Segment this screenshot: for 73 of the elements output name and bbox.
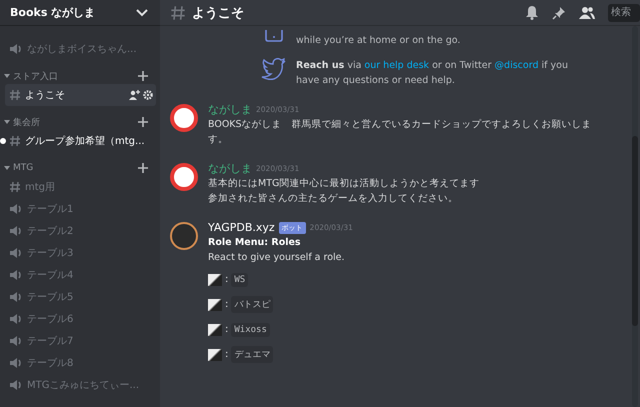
- message-text: React to give yourself a role.: [208, 251, 346, 265]
- link[interactable]: our help desk: [364, 60, 430, 71]
- emoji-icon: [208, 324, 222, 336]
- role-code: Wixoss: [231, 322, 270, 336]
- scrollbar[interactable]: [632, 26, 638, 407]
- emoji-icon: [208, 298, 222, 310]
- message-text: 参加された皆さんの主たるゲームを入力してください。: [208, 192, 459, 206]
- emoji-icon: [208, 348, 222, 360]
- add-icon[interactable]: [138, 117, 148, 127]
- channel-title: ようこそ: [192, 4, 244, 22]
- avatar[interactable]: [170, 163, 198, 191]
- author-name[interactable]: ながしま: [208, 161, 252, 176]
- channel-item[interactable]: mtg用: [0, 176, 156, 198]
- speaker-icon: [9, 335, 23, 347]
- contact-text: Reach us via our help desk or on Twitter @discord if you have any questions or need help.: [296, 59, 569, 88]
- add-icon[interactable]: [138, 163, 148, 173]
- invite-icon[interactable]: [129, 90, 140, 100]
- speaker-icon: [9, 247, 23, 259]
- channel-item[interactable]: テーブル6: [0, 308, 156, 330]
- role-code: バトスピ: [231, 296, 274, 313]
- speaker-icon: [9, 269, 23, 281]
- bird-icon: [260, 58, 288, 80]
- author-name[interactable]: YAGPDB.xyz: [208, 221, 275, 234]
- unread-dot: [0, 138, 6, 144]
- hash-icon: [9, 181, 21, 193]
- emoji-icon: [208, 274, 222, 286]
- channel-item[interactable]: テーブル3: [0, 242, 156, 264]
- separator-text: :: [225, 349, 228, 360]
- speaker-icon: [9, 291, 23, 303]
- hash-icon: [9, 135, 21, 147]
- channel-item[interactable]: グループ参加希望（mtg...: [0, 130, 156, 152]
- role-code: デュエマ: [231, 346, 274, 363]
- channel-item[interactable]: テーブル1: [0, 198, 156, 220]
- channel-item[interactable]: ながしまボイスちゃん...: [0, 38, 156, 60]
- members-icon[interactable]: [579, 6, 595, 19]
- welcome-text: while you’re at home or on the go.: [296, 34, 460, 48]
- chevron-down-icon: [136, 8, 148, 16]
- hash-icon: [170, 4, 186, 20]
- channel-item[interactable]: テーブル8: [0, 352, 156, 374]
- hash-icon: [9, 89, 21, 101]
- message-text: BOOKSながしま 群馬県で細々と営んでいるカードショップですよろしくお願いします。: [208, 118, 593, 147]
- category-name[interactable]: ストア入口: [13, 70, 138, 82]
- channel-item[interactable]: テーブル7: [0, 330, 156, 352]
- avatar[interactable]: [170, 222, 198, 250]
- channel-item[interactable]: テーブル4: [0, 264, 156, 286]
- separator-text: :: [225, 324, 228, 335]
- speaker-icon: [9, 43, 23, 55]
- speaker-icon: [9, 203, 23, 215]
- author-name[interactable]: ながしま: [208, 102, 252, 117]
- link[interactable]: @discord: [494, 60, 538, 71]
- bell-icon[interactable]: [525, 5, 539, 20]
- avatar[interactable]: [170, 104, 198, 132]
- channel-item[interactable]: MTGこみゅにちてぃー...: [0, 374, 156, 396]
- category-name[interactable]: 集会所: [13, 116, 138, 128]
- channel-item[interactable]: テーブル2: [0, 220, 156, 242]
- channel-item[interactable]: ようこそ: [5, 84, 156, 106]
- pin-icon[interactable]: [552, 6, 566, 20]
- embed-title: Role Menu: Roles: [208, 236, 302, 250]
- scroll-thumb[interactable]: [632, 136, 638, 326]
- speaker-icon: [9, 379, 23, 391]
- speaker-icon: [9, 357, 23, 369]
- speaker-icon: [9, 313, 23, 325]
- separator-text: :: [225, 299, 228, 310]
- channel-item[interactable]: テーブル5: [0, 286, 156, 308]
- message-text: 基本的にはMTG関連中心に最初は活動しようかと考えてます: [208, 177, 480, 191]
- add-icon[interactable]: [138, 71, 148, 81]
- separator-text: :: [225, 274, 228, 285]
- settings-icon[interactable]: [143, 90, 153, 100]
- category-name[interactable]: MTG: [13, 163, 138, 173]
- search-field[interactable]: 検索: [608, 4, 640, 22]
- role-code: WS: [231, 272, 248, 286]
- speaker-icon: [9, 225, 23, 237]
- server-name: Books ながしま: [10, 5, 96, 20]
